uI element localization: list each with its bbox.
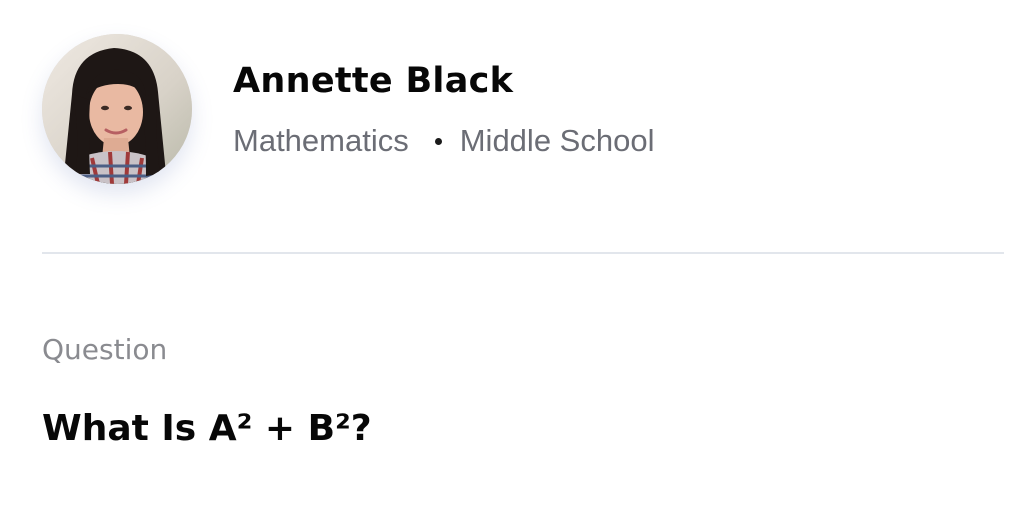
subject-label: Mathematics	[233, 123, 409, 158]
school-level-label: Middle School	[459, 123, 655, 158]
avatar-photo-icon	[42, 34, 192, 184]
question-label: Question	[42, 333, 168, 366]
divider	[42, 252, 1004, 254]
question-text: What Is A² + B²?	[42, 408, 372, 449]
profile-meta: Mathematics Middle School	[233, 122, 654, 160]
avatar[interactable]	[42, 34, 192, 184]
separator-dot-icon	[434, 137, 442, 145]
profile-header: Annette Black Mathematics Middle School	[42, 34, 1004, 194]
profile-name: Annette Black	[233, 61, 514, 101]
